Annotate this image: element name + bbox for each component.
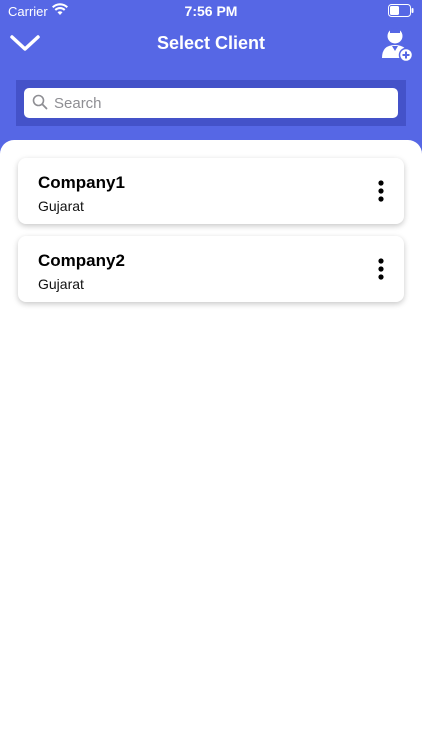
battery-icon [388,4,414,17]
more-vertical-icon[interactable] [374,180,388,202]
client-card[interactable]: Company1 Gujarat [18,158,404,224]
search-icon [32,94,48,110]
client-name: Company1 [38,173,125,192]
add-user-icon[interactable] [380,24,414,62]
client-card[interactable]: Company2 Gujarat [18,236,404,302]
status-bar: Carrier 7:56 PM [0,0,422,22]
clock: 7:56 PM [184,3,238,19]
client-location: Gujarat [38,198,84,214]
client-list: Company1 Gujarat Company2 Gujarat [0,140,422,750]
search-box[interactable] [24,88,398,118]
more-vertical-icon[interactable] [374,258,388,280]
navigation-bar: Select Client [0,22,422,66]
client-location: Gujarat [38,276,84,292]
header: Carrier 7:56 PM Select Client [0,0,422,160]
client-name: Company2 [38,251,125,270]
page-title: Select Client [156,33,266,53]
search-bar [16,80,406,126]
search-input[interactable] [54,88,390,118]
